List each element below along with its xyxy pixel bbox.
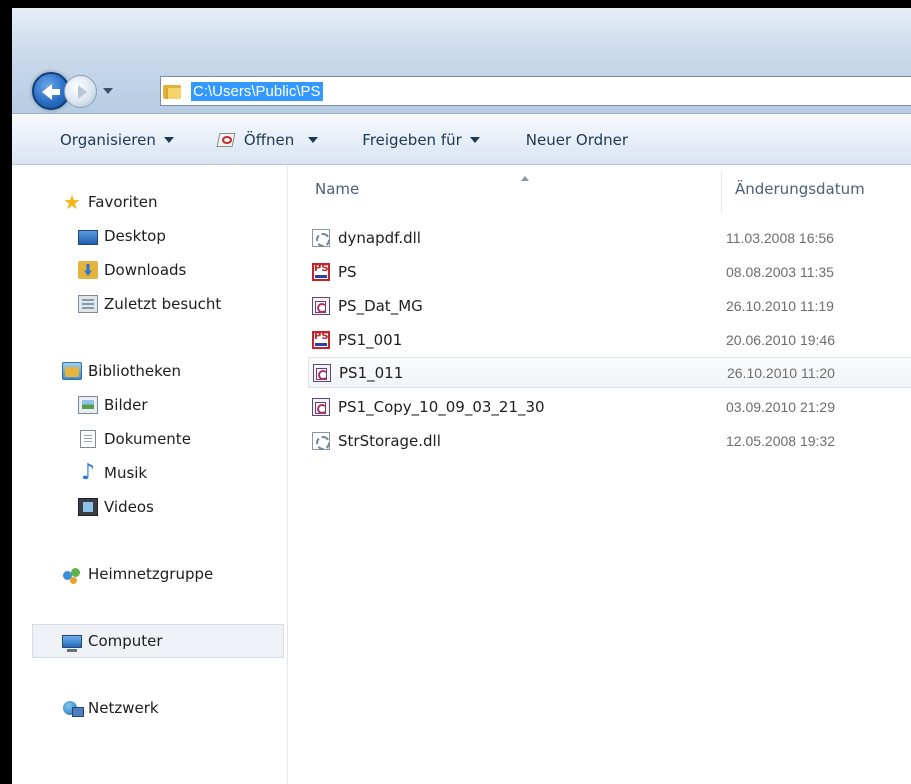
file-row[interactable]: dynapdf.dll 11.03.2008 16:56 xyxy=(308,222,911,253)
sidebar-item-computer[interactable]: Computer xyxy=(62,627,163,655)
dll-file-icon xyxy=(312,431,330,450)
ps-app-icon xyxy=(312,330,330,349)
column-header-name[interactable]: Name xyxy=(315,180,359,198)
sidebar-item-videos[interactable]: Videos xyxy=(78,493,154,521)
sidebar-item-favorites[interactable]: ★ Favoriten xyxy=(62,188,157,216)
share-with-label: Freigeben für xyxy=(362,130,462,149)
file-row[interactable]: PS1_001 20.06.2010 19:46 xyxy=(308,324,911,355)
open-with-icon xyxy=(216,130,238,150)
sidebar-item-libraries[interactable]: Bibliotheken xyxy=(62,357,181,385)
dll-file-icon xyxy=(312,228,330,247)
title-bar: C:\Users\Public\PS xyxy=(12,8,911,114)
file-date: 03.09.2010 21:29 xyxy=(726,398,835,415)
sidebar-item-pictures[interactable]: Bilder xyxy=(78,391,148,419)
sidebar-item-label: Musik xyxy=(104,464,148,482)
file-date: 11.03.2008 16:56 xyxy=(726,229,834,246)
file-row[interactable]: PS 08.08.2003 11:35 xyxy=(308,256,911,287)
network-icon xyxy=(62,699,84,717)
file-date: 26.10.2010 11:20 xyxy=(727,364,835,381)
back-arrow-icon xyxy=(42,84,60,100)
ps-document-icon xyxy=(313,363,331,382)
ps-document-icon xyxy=(312,397,330,416)
open-button[interactable]: Öffnen xyxy=(216,130,319,150)
organize-button[interactable]: Organisieren xyxy=(60,131,174,149)
file-row[interactable]: StrStorage.dll 12.05.2008 19:32 xyxy=(308,425,911,456)
homegroup-icon xyxy=(62,565,82,583)
organize-label: Organisieren xyxy=(60,130,156,149)
sidebar-item-label: Bilder xyxy=(104,396,148,414)
sidebar-item-homegroup[interactable]: Heimnetzgruppe xyxy=(62,560,213,588)
chevron-down-icon xyxy=(163,136,174,143)
sidebar-item-desktop[interactable]: Desktop xyxy=(78,222,166,250)
file-date: 08.08.2003 11:35 xyxy=(726,263,834,280)
computer-icon xyxy=(62,635,82,652)
new-folder-label: Neuer Ordner xyxy=(525,130,629,149)
sidebar-item-recent-places[interactable]: Zuletzt besucht xyxy=(78,290,221,318)
sidebar-item-downloads[interactable]: Downloads xyxy=(78,256,186,284)
open-label: Öffnen xyxy=(243,130,295,149)
chevron-down-icon xyxy=(103,88,113,94)
navigation-pane: ★ Favoriten Desktop Downloads Zuletzt be… xyxy=(12,166,288,784)
address-bar[interactable]: C:\Users\Public\PS xyxy=(160,76,911,106)
new-folder-button[interactable]: Neuer Ordner xyxy=(526,131,628,149)
file-date: 12.05.2008 19:32 xyxy=(726,432,835,449)
sidebar-item-label: Heimnetzgruppe xyxy=(88,565,214,583)
sidebar-item-music[interactable]: ♪ Musik xyxy=(78,459,147,487)
downloads-icon xyxy=(78,261,98,279)
sidebar-item-label: Downloads xyxy=(104,261,187,279)
music-note-icon: ♪ xyxy=(80,460,96,485)
column-header-modified[interactable]: Änderungsdatum xyxy=(735,180,865,198)
ps-app-icon xyxy=(312,262,330,281)
file-date: 20.06.2010 19:46 xyxy=(726,331,835,348)
chevron-down-icon xyxy=(469,136,480,143)
share-with-button[interactable]: Freigeben für xyxy=(362,131,480,149)
folder-icon xyxy=(163,83,183,99)
sidebar-item-label: Desktop xyxy=(104,227,166,245)
address-path[interactable]: C:\Users\Public\PS xyxy=(191,81,323,101)
sidebar-item-label: Dokumente xyxy=(104,430,191,448)
documents-icon xyxy=(80,430,96,448)
command-bar: Organisieren Öffnen Freigeben für Neuer … xyxy=(12,115,911,165)
sidebar-item-network[interactable]: Netzwerk xyxy=(62,694,159,722)
sidebar-item-label: Computer xyxy=(88,632,163,650)
file-row[interactable]: PS_Dat_MG 26.10.2010 11:19 xyxy=(308,290,911,321)
file-name: PS1_Copy_10_09_03_21_30 xyxy=(338,397,545,416)
file-name: dynapdf.dll xyxy=(338,228,421,247)
libraries-icon xyxy=(62,362,82,380)
pictures-icon xyxy=(78,396,98,414)
file-list: Name Änderungsdatum dynapdf.dll 11.03.20… xyxy=(289,166,911,784)
file-name: PS_Dat_MG xyxy=(338,296,423,315)
sidebar-item-label: Favoriten xyxy=(88,193,158,211)
file-row-hovered[interactable]: PS1_011 26.10.2010 11:20 xyxy=(308,357,911,388)
sidebar-item-label: Zuletzt besucht xyxy=(104,295,222,313)
videos-icon xyxy=(78,498,98,516)
sidebar-item-label: Netzwerk xyxy=(88,699,159,717)
file-name: PS1_011 xyxy=(339,363,404,382)
navigation-buttons xyxy=(32,70,115,112)
file-row[interactable]: PS1_Copy_10_09_03_21_30 03.09.2010 21:29 xyxy=(308,391,911,422)
column-divider[interactable] xyxy=(721,172,722,212)
file-name: PS1_001 xyxy=(338,330,403,349)
recent-pages-dropdown[interactable] xyxy=(101,84,115,98)
recent-places-icon xyxy=(78,295,98,313)
ps-document-icon xyxy=(312,296,330,315)
explorer-window: C:\Users\Public\PS Organisieren Öffnen F… xyxy=(12,8,911,784)
file-date: 26.10.2010 11:19 xyxy=(726,297,834,314)
sidebar-item-label: Bibliotheken xyxy=(88,362,181,380)
desktop-icon xyxy=(78,229,98,245)
sort-arrow-icon xyxy=(521,176,529,181)
file-name: StrStorage.dll xyxy=(338,431,441,450)
sidebar-item-documents[interactable]: Dokumente xyxy=(78,425,191,453)
forward-button[interactable] xyxy=(64,74,97,108)
star-icon: ★ xyxy=(63,190,81,214)
forward-arrow-icon xyxy=(78,84,87,99)
sidebar-item-label: Videos xyxy=(104,498,154,516)
chevron-down-icon xyxy=(308,136,319,143)
file-name: PS xyxy=(338,262,357,281)
